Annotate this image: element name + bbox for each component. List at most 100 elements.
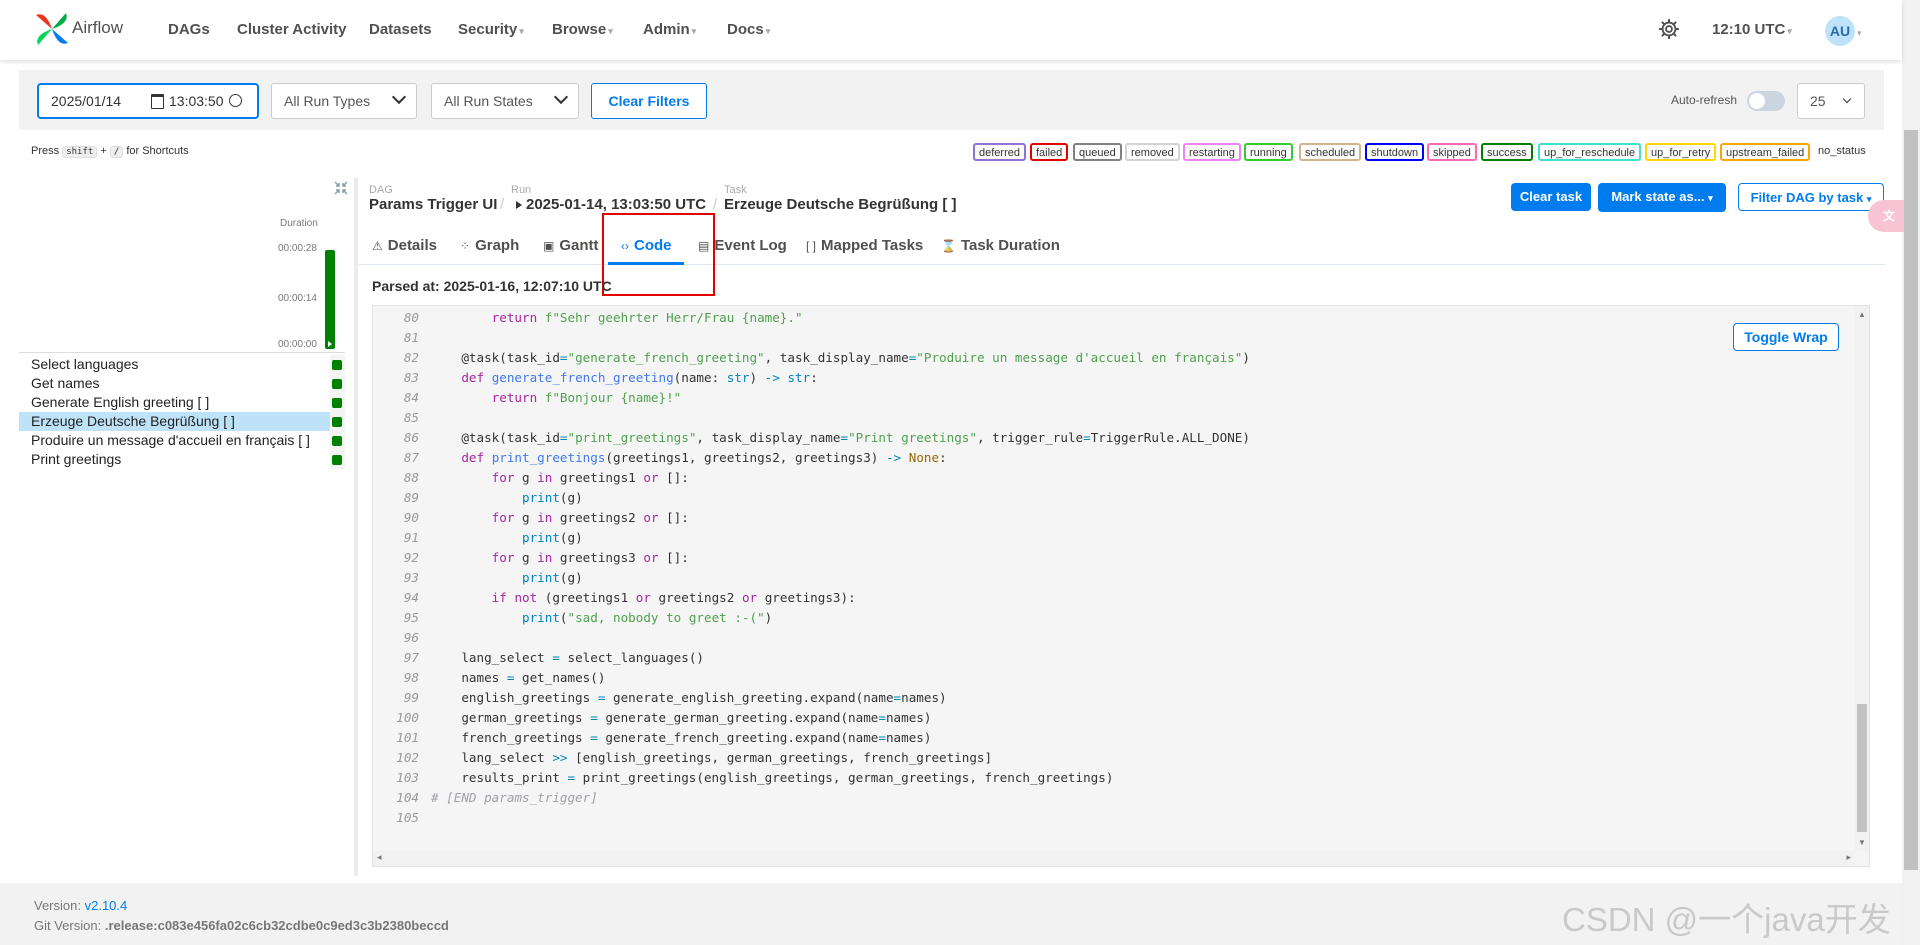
task-instance-success-square[interactable] <box>332 455 342 465</box>
legend-skipped[interactable]: skipped <box>1427 143 1477 161</box>
tab-task-duration[interactable]: ⌛ Task Duration <box>941 237 1060 254</box>
brand-name[interactable]: Airflow <box>72 18 123 38</box>
watermark: CSDN @一个java开发 <box>1562 901 1891 938</box>
calendar-icon[interactable] <box>151 94 164 109</box>
nav-security[interactable]: Security ▾ <box>458 21 524 38</box>
auto-refresh-toggle[interactable] <box>1747 91 1785 111</box>
code-viewer[interactable]: 80 return f"Sehr geehrter Herr/Frau {nam… <box>372 305 1870 867</box>
task-row[interactable]: Produire un message d'accueil en françai… <box>19 431 345 450</box>
code-text: german_greetings = generate_german_greet… <box>431 710 932 725</box>
legend-running[interactable]: running <box>1244 143 1293 161</box>
toggle-wrap-button[interactable]: Toggle Wrap <box>1733 323 1839 351</box>
legend-no-status[interactable]: no_status <box>1814 143 1870 161</box>
nav-dags[interactable]: DAGs <box>168 21 210 38</box>
legend-failed[interactable]: failed <box>1030 143 1069 161</box>
line-number: 103 <box>396 770 419 785</box>
scroll-thumb[interactable] <box>1857 704 1867 832</box>
nav-cluster-activity[interactable]: Cluster Activity <box>237 21 346 38</box>
code-line: 104 # [END params_trigger] <box>373 788 598 808</box>
code-line: 105 <box>373 808 431 828</box>
tab-label: Graph <box>475 237 520 254</box>
code-horizontal-scrollbar[interactable]: ◂ ▸ <box>373 851 1855 866</box>
mark-state-button[interactable]: Mark state as... ▾ <box>1598 183 1726 212</box>
task-instance-success-square[interactable] <box>332 379 342 389</box>
legend-up-for-reschedule[interactable]: up_for_reschedule <box>1538 143 1642 161</box>
legend-removed[interactable]: removed <box>1125 143 1180 161</box>
nav-browse[interactable]: Browse ▾ <box>552 21 613 38</box>
git-version-label: Git Version: <box>34 918 102 933</box>
filter-dag-by-task-button[interactable]: Filter DAG by task ▾ <box>1738 183 1884 211</box>
task-row[interactable]: Select languages <box>19 355 345 374</box>
tab-mapped-tasks[interactable]: [ ] Mapped Tasks <box>806 237 923 254</box>
code-text: results_print = print_greetings(english_… <box>431 770 1114 785</box>
legend-restarting[interactable]: restarting <box>1183 143 1241 161</box>
scroll-down-arrow-icon[interactable]: ▼ <box>1858 838 1866 847</box>
nav-admin[interactable]: Admin ▾ <box>643 21 696 38</box>
page-size-select[interactable]: 25 <box>1797 83 1865 119</box>
task-instance-success-square[interactable] <box>332 398 342 408</box>
legend-up-for-retry[interactable]: up_for_retry <box>1645 143 1717 161</box>
highlight-box <box>602 213 715 296</box>
code-line: 96 <box>373 628 431 648</box>
code-text: def print_greetings(greetings1, greeting… <box>461 450 947 465</box>
tab-label: Mapped Tasks <box>821 237 924 254</box>
duration-tick-zero: 00:00:00 <box>278 339 317 350</box>
legend-shutdown[interactable]: shutdown <box>1365 143 1425 161</box>
scroll-right-arrow-icon[interactable]: ▸ <box>1846 852 1851 863</box>
dag-crumb[interactable]: Params Trigger UI <box>369 196 497 213</box>
line-number: 89 <box>403 490 419 505</box>
collapse-icon[interactable] <box>334 181 348 195</box>
code-vertical-scrollbar[interactable]: ▲ ▼ <box>1855 306 1869 851</box>
legend-success[interactable]: success <box>1481 143 1533 161</box>
task-row[interactable]: Get names <box>19 374 345 393</box>
page-scrollbar-thumb[interactable] <box>1904 130 1918 870</box>
code-text: lang_select >> [english_greetings, germa… <box>431 750 993 765</box>
grid-divider <box>19 352 345 353</box>
panel-resizer[interactable] <box>354 178 358 876</box>
legend-deferred[interactable]: deferred <box>973 143 1026 161</box>
chevron-down-icon: ▾ <box>1857 28 1862 38</box>
task-row[interactable]: Print greetings <box>19 450 345 469</box>
code-line: 89 print(g) <box>373 488 583 508</box>
scroll-left-arrow-icon[interactable]: ◂ <box>377 852 382 863</box>
user-avatar-dropdown[interactable]: AU ▾ <box>1825 16 1862 46</box>
clear-filters-button[interactable]: Clear Filters <box>591 83 707 119</box>
run-state-select[interactable]: All Run States <box>431 83 579 119</box>
airflow-logo[interactable] <box>32 9 72 49</box>
task-instance-success-square[interactable] <box>332 417 342 427</box>
legend-scheduled[interactable]: scheduled <box>1299 143 1362 161</box>
tab-graph[interactable]: ⁘ Graph <box>460 237 519 254</box>
avatar: AU <box>1825 16 1855 46</box>
tab-details[interactable]: ⚠ Details <box>372 237 437 254</box>
task-instance-success-square[interactable] <box>332 360 342 370</box>
line-number: 92 <box>403 550 419 565</box>
task-row[interactable]: Erzeuge Deutsche Begrüßung [ ] <box>19 412 345 431</box>
current-time: 12:10 UTC <box>1712 21 1786 38</box>
nav-datasets[interactable]: Datasets <box>369 21 432 38</box>
task-instance-success-square[interactable] <box>332 436 342 446</box>
run-type-select[interactable]: All Run Types <box>271 83 417 119</box>
nav-docs[interactable]: Docs ▾ <box>727 21 770 38</box>
tab-gantt[interactable]: ▣ Gantt <box>543 237 599 254</box>
task-crumb[interactable]: Erzeuge Deutsche Begrüßung [ ] <box>724 196 957 213</box>
code-text: for g in greetings3 or []: <box>491 550 689 565</box>
dag-run-duration-bar[interactable] <box>325 250 335 349</box>
clock-icon[interactable] <box>229 94 242 107</box>
code-line: 94 if not (greetings1 or greetings2 or g… <box>373 588 856 608</box>
clear-task-button[interactable]: Clear task <box>1511 183 1591 211</box>
brackets-icon: [ ] <box>806 239 817 253</box>
scroll-up-arrow-icon[interactable]: ▲ <box>1858 310 1866 319</box>
chevron-down-icon <box>553 89 569 105</box>
time-dropdown[interactable]: 12:10 UTC ▾ <box>1712 21 1792 38</box>
legend-queued[interactable]: queued <box>1073 143 1122 161</box>
run-crumb[interactable]: 2025-01-14, 13:03:50 UTC <box>526 196 706 213</box>
line-number: 100 <box>396 710 419 725</box>
legend-upstream-failed[interactable]: upstream_failed <box>1720 143 1811 161</box>
translate-icon[interactable]: 文 <box>1868 200 1904 232</box>
line-number: 101 <box>396 730 419 745</box>
line-number: 96 <box>403 630 419 645</box>
execution-date-input[interactable]: 2025/01/14 13:03:50 <box>37 83 259 119</box>
task-row[interactable]: Generate English greeting [ ] <box>19 393 345 412</box>
gear-icon[interactable] <box>1658 18 1680 40</box>
version-link[interactable]: v2.10.4 <box>85 898 128 913</box>
